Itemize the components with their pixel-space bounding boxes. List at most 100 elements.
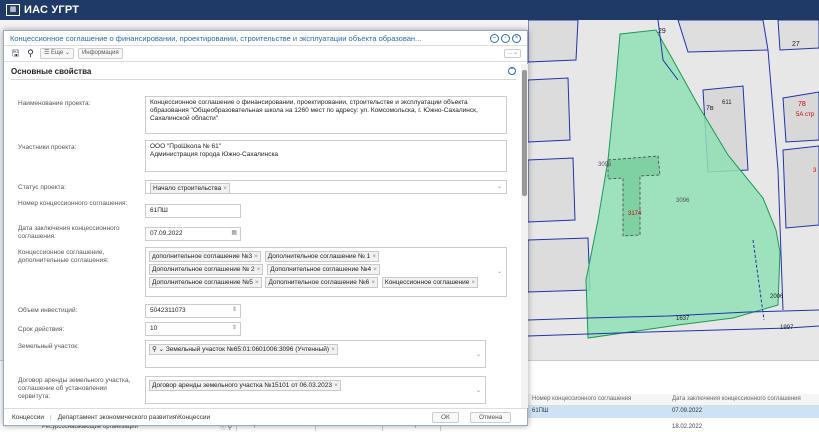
agreement-tag-label: дополнительное соглашение №3 [152,253,253,260]
duration-label: Срок действия: [18,326,65,333]
participants-field[interactable]: ООО "ПроШкола № 61" Администрация города… [145,140,507,172]
chevron-down-icon[interactable]: ⌄ [497,183,502,191]
info-button[interactable]: Информация [77,48,123,59]
lease-value: Договор аренды земельного участка №15101… [152,382,333,389]
agreement-number-value: 61ПШ [150,207,168,214]
app-header: ▦ ИАС УГРТ [0,0,819,20]
agreement-tag[interactable]: Дополнительное соглашение № 2 × [149,264,264,275]
land-plot-select[interactable]: ⚲ ⌄ Земельный участок №65:01:0601006:309… [145,340,486,368]
remove-icon[interactable]: × [373,266,377,273]
save-icon[interactable]: 🖫 [10,48,21,59]
investment-value: 5042311073 [150,307,186,314]
lease-select[interactable]: Договор аренды земельного участка №15101… [145,376,486,404]
app-logo-icon: ▦ [6,4,20,16]
svg-text:3096: 3096 [676,198,690,204]
project-name-field[interactable]: Концессионное соглашение о финансировани… [145,96,507,134]
investment-label: Объем инвестиций: [18,307,78,314]
remove-icon[interactable]: × [255,279,259,286]
cell-date: 18.02.2022 [672,423,703,430]
agreement-tag[interactable]: Дополнительное соглашение №5 × [149,277,262,288]
dialog-body: Основные свойства ⌃ Наименование проекта… [4,64,520,408]
lease-tag[interactable]: Договор аренды земельного участка №15101… [149,380,341,391]
participant-item: ООО "ПроШкола № 61" [150,143,222,150]
svg-text:611: 611 [722,100,732,106]
column-header-date[interactable]: Дата заключения концессионного соглашени… [668,394,819,405]
investment-input[interactable]: 5042311073 ⇕ [145,304,241,318]
agreement-number-label: Номер концессионного соглашения: [18,200,128,207]
additional-agreements-label: Концессионное соглашение, дополнительные… [18,249,109,264]
scrollbar-thumb[interactable] [522,70,527,196]
agreement-tag-label: Дополнительное соглашение №5 [152,279,253,286]
status-tag: Начало строительства × [150,183,231,194]
additional-agreements-select[interactable]: дополнительное соглашение №3 × Дополнител… [145,247,507,297]
agreement-tag[interactable]: Дополнительное соглашение №4 × [267,264,380,275]
land-plot-tag[interactable]: ⚲ ⌄ Земельный участок №65:01:0601006:309… [149,344,338,355]
stepper-icon[interactable]: ⇕ [232,306,237,314]
more-label: Еще [51,50,64,56]
svg-text:3096: 3096 [598,162,612,168]
agreement-date-input[interactable]: 07.09.2022 ▦ [145,227,241,241]
status-select[interactable]: Начало строительства × ⌄ [145,180,507,194]
agreement-date-value: 07.09.2022 [150,230,183,237]
status-value: Начало строительства [153,185,222,192]
more-menu-button[interactable]: ☰ Еще ⌄ [40,48,74,59]
status-label: Статус проекта: [18,184,66,191]
remove-icon[interactable]: × [334,382,338,389]
chevron-down-icon[interactable]: ⌄ [476,351,481,359]
duration-value: 10 [150,325,158,332]
close-icon[interactable]: × [512,33,521,43]
map-pin-icon[interactable]: ⚲ [25,48,36,59]
svg-text:27: 27 [792,41,800,48]
calendar-icon[interactable]: ▦ [231,229,237,237]
chevron-down-icon[interactable]: ⌄ [497,268,502,276]
agreement-number-input[interactable]: 61ПШ [145,204,241,218]
concession-dialog: Концессионное соглашение о финансировани… [3,30,528,426]
cell-number: 61ПШ [532,408,549,414]
breadcrumb-path[interactable]: Департамент экономического развития\Конц… [58,414,210,421]
svg-text:2006: 2006 [770,294,784,300]
svg-text:78: 78 [798,101,806,108]
breadcrumb-separator: | [50,414,52,421]
remove-icon[interactable]: × [257,266,261,273]
map-view[interactable]: 29 27 78 7в 611 5А стр 3 3096 3096 3174 … [528,20,819,360]
cancel-button[interactable]: Отмена [470,412,512,423]
dialog-title: Концессионное соглашение о финансировани… [10,33,422,43]
chevron-down-icon[interactable]: ⌄ [476,387,481,395]
lease-label: Договор аренды земельного участка, согла… [18,377,131,400]
duration-input[interactable]: 10 ⇕ [145,322,241,336]
map-pin-icon[interactable]: ⚲ ⌄ [152,346,166,353]
agreement-tag[interactable]: Концессионное соглашение × [381,277,479,288]
svg-text:7в: 7в [706,105,714,112]
remove-icon[interactable]: × [254,253,258,260]
ok-button[interactable]: ОК [432,412,459,423]
land-plot-value: Земельный участок №65:01:0601006:3096 (У… [165,346,330,353]
stepper-icon[interactable]: ⇕ [232,324,237,332]
agreement-tag[interactable]: Дополнительное соглашение №6 × [265,277,379,288]
svg-text:29: 29 [658,28,666,35]
breadcrumb-root[interactable]: Концессии [12,414,44,421]
minimize-icon[interactable]: – [490,33,499,43]
remove-icon[interactable]: × [372,253,376,260]
remove-icon[interactable]: × [331,346,335,353]
remove-icon[interactable]: × [371,279,375,286]
dialog-titlebar[interactable]: Концессионное соглашение о финансировани… [4,31,527,46]
maximize-icon[interactable]: ◦ [501,33,510,43]
collapse-icon[interactable]: ⌃ [508,67,516,75]
participants-label: Участники проекта: [18,144,77,151]
dialog-toolbar: 🖫 ⚲ ☰ Еще ⌄ Информация …⌄ [4,46,527,62]
remove-icon[interactable]: × [471,279,475,286]
agreement-tag-label: Дополнительное соглашение № 1 [267,253,371,260]
agreement-tag[interactable]: Дополнительное соглашение № 1 × [264,251,380,262]
table-row[interactable]: 61ПШ 07.09.2022 [528,406,819,418]
svg-text:5А стр: 5А стр [796,112,815,118]
scrollbar[interactable] [521,64,528,408]
project-name-value: Концессионное соглашение о финансировани… [150,99,478,122]
section-header[interactable]: Основные свойства ⌃ [11,67,516,80]
agreement-tag[interactable]: дополнительное соглашение №3 × [149,251,261,262]
options-button[interactable]: …⌄ [504,49,521,58]
svg-text:1997: 1997 [780,325,794,331]
land-plot-label: Земельный участок: [18,343,79,350]
remove-icon[interactable]: × [223,185,227,192]
column-header-number[interactable]: Номер концессионного соглашения [528,394,668,405]
map-canvas[interactable]: 29 27 78 7в 611 5А стр 3 3096 3096 3174 … [528,20,819,360]
